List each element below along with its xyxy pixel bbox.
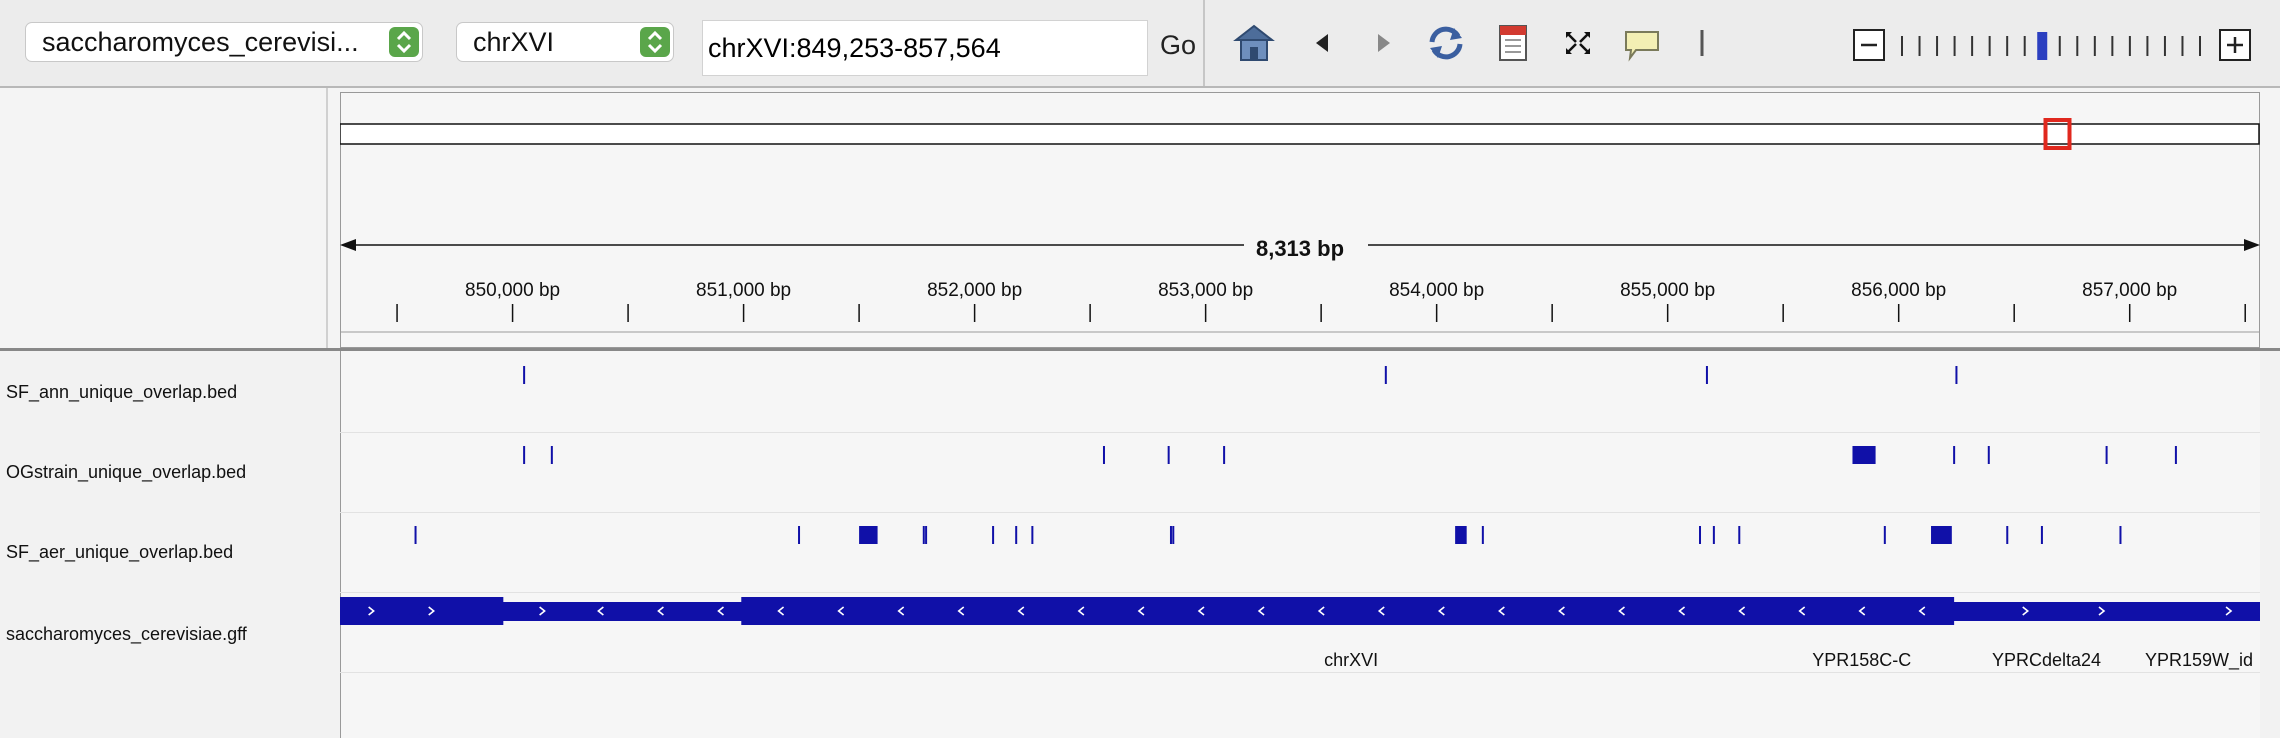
ruler-ticks: 850,000 bp 851,000 bp 852,000 bp 853,000 bp… xyxy=(396,280,2246,322)
dropdown-arrow-icon xyxy=(389,27,419,57)
track-name-sf-aer[interactable]: SF_aer_unique_overlap.bed xyxy=(6,542,233,563)
toolbar-divider xyxy=(1203,0,1205,86)
gene-exon[interactable] xyxy=(340,597,504,625)
bed-feature[interactable] xyxy=(550,446,553,464)
refresh-icon[interactable] xyxy=(1424,22,1468,64)
gene-label: YPR158C-C xyxy=(1812,650,1911,670)
bed-feature[interactable] xyxy=(2006,526,2009,544)
bed-feature[interactable] xyxy=(1384,366,1387,384)
bed-feature[interactable] xyxy=(1481,526,1484,544)
bed-feature[interactable] xyxy=(1712,526,1715,544)
resize-to-window-icon[interactable] xyxy=(1560,22,1596,64)
gene-exon[interactable] xyxy=(741,597,1955,625)
bed-feature[interactable] xyxy=(2119,526,2122,544)
zoom-tick-group[interactable] xyxy=(1901,32,2201,60)
bed-feature[interactable] xyxy=(1931,526,1952,544)
tracks-svg: chrXVI YPR158C-C YPRCdelta24 YPR159W_id xyxy=(340,366,2260,671)
bed-feature[interactable] xyxy=(925,526,928,544)
zoom-in-icon[interactable] xyxy=(2219,29,2251,61)
ruler-tick-label: 853,000 bp xyxy=(1158,280,1253,301)
divider-line-icon[interactable] xyxy=(1698,22,1706,64)
ruler-svg: 8,313 bp 850,000 bp 851,000 bp 852,000 bp 8… xyxy=(340,118,2260,333)
bed-feature[interactable] xyxy=(1953,446,1956,464)
gene-label: YPR159W_id xyxy=(2145,650,2253,671)
bed-feature[interactable] xyxy=(1699,526,1702,544)
bed-feature[interactable] xyxy=(859,526,878,544)
track-name-ogstrain[interactable]: OGstrain_unique_overlap.bed xyxy=(6,462,246,483)
go-button[interactable]: Go xyxy=(1160,30,1196,61)
bed-feature[interactable] xyxy=(523,366,526,384)
bed-feature[interactable] xyxy=(798,526,801,544)
popup-text-icon[interactable] xyxy=(1622,22,1662,64)
bed-feature[interactable] xyxy=(1102,446,1105,464)
zoom-thumb[interactable] xyxy=(2037,32,2048,60)
bed-feature[interactable] xyxy=(1455,526,1467,544)
bed-feature[interactable] xyxy=(922,526,925,544)
ruler-tick-label: 854,000 bp xyxy=(1389,280,1484,301)
chromosome-ideogram[interactable] xyxy=(340,123,2260,145)
zoom-out-icon[interactable] xyxy=(1853,29,1885,61)
genome-dropdown[interactable]: saccharomyces_cerevisi... xyxy=(25,22,423,62)
ruler-tick-label: 855,000 bp xyxy=(1620,280,1715,301)
ruler-tick-label: 851,000 bp xyxy=(696,280,791,301)
bed-feature[interactable] xyxy=(1883,526,1886,544)
bed-feature[interactable] xyxy=(2040,526,2043,544)
bed-feature[interactable] xyxy=(1223,446,1226,464)
forward-arrow-icon[interactable] xyxy=(1372,22,1396,64)
track-name-gff[interactable]: saccharomyces_cerevisiae.gff xyxy=(6,624,247,645)
zoom-slider[interactable] xyxy=(1852,26,2252,66)
bed-feature[interactable] xyxy=(1987,446,1990,464)
bed-feature[interactable] xyxy=(1705,366,1708,384)
bed-feature[interactable] xyxy=(523,446,526,464)
span-label: 8,313 bp xyxy=(1256,236,1344,261)
ruler-tick-label: 850,000 bp xyxy=(465,280,560,301)
gene-label: chrXVI xyxy=(1324,650,1378,670)
toolbar: saccharomyces_cerevisi... chrXVI chrXVI:… xyxy=(0,0,2280,88)
genome-dropdown-value: saccharomyces_cerevisi... xyxy=(42,27,359,57)
ruler-tick-label: 857,000 bp xyxy=(2082,280,2177,301)
chromosome-dropdown[interactable]: chrXVI xyxy=(456,22,674,62)
bed-feature[interactable] xyxy=(2174,446,2177,464)
bed-feature[interactable] xyxy=(414,526,417,544)
locus-input[interactable]: chrXVI:849,253-857,564 xyxy=(702,20,1148,76)
bed-feature[interactable] xyxy=(1167,446,1170,464)
bed-feature[interactable] xyxy=(1172,526,1175,544)
bed-feature[interactable] xyxy=(1738,526,1741,544)
bed-feature[interactable] xyxy=(992,526,995,544)
region-of-interest-icon[interactable] xyxy=(1496,22,1530,64)
gene-label: YPRCdelta24 xyxy=(1992,650,2101,670)
bed-feature[interactable] xyxy=(1169,526,1172,544)
track-name-sf-ann[interactable]: SF_ann_unique_overlap.bed xyxy=(6,382,237,403)
chromosome-dropdown-value: chrXVI xyxy=(473,27,555,57)
back-arrow-icon[interactable] xyxy=(1310,22,1334,64)
bed-feature[interactable] xyxy=(1015,526,1018,544)
bed-feature[interactable] xyxy=(1031,526,1034,544)
ruler-tick-label: 856,000 bp xyxy=(1851,280,1946,301)
bed-feature[interactable] xyxy=(2105,446,2108,464)
dropdown-arrow-icon xyxy=(640,27,670,57)
bed-feature[interactable] xyxy=(1955,366,1958,384)
bed-feature[interactable] xyxy=(1852,446,1876,464)
ruler-tick-label: 852,000 bp xyxy=(927,280,1022,301)
home-icon[interactable] xyxy=(1232,22,1276,64)
